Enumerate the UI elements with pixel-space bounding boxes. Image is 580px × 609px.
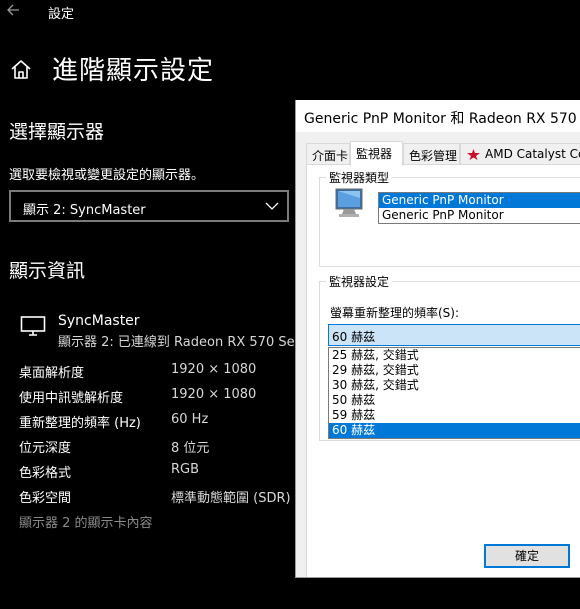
info-value-color-format: RGB [171, 462, 200, 477]
display-info-heading: 顯示資訊 [9, 260, 86, 282]
home-icon[interactable] [10, 58, 32, 80]
info-label-bit-depth: 位元深度 [19, 441, 72, 456]
monitor-connection-text: 顯示器 2: 已連線到 Radeon RX 570 Series [58, 335, 319, 350]
amd-catalyst-icon [467, 149, 480, 160]
list-item[interactable]: Generic PnP Monitor [379, 193, 580, 208]
info-label-active-signal-resolution: 使用中訊號解析度 [19, 391, 124, 406]
monitor-type-list[interactable]: Generic PnP Monitor Generic PnP Monitor [378, 192, 580, 224]
refresh-rate-dropdown-list[interactable]: 25 赫茲, 交錯式 29 赫茲, 交錯式 30 赫茲, 交錯式 50 赫茲 5… [328, 347, 580, 439]
display-select-dropdown[interactable]: 顯示 2: SyncMaster [9, 190, 289, 222]
select-display-description: 選取要檢視或變更設定的顯示器。 [9, 168, 205, 183]
dropdown-value: 顯示 2: SyncMaster [23, 203, 146, 218]
tab-monitor[interactable]: 監視器 [350, 141, 403, 166]
info-label-desktop-resolution: 桌面解析度 [19, 366, 85, 381]
info-value-desktop-resolution: 1920 × 1080 [171, 362, 257, 377]
monitor-settings-legend: 監視器設定 [326, 273, 393, 290]
list-item[interactable]: 50 赫茲 [329, 393, 580, 408]
monitor-settings-group: 監視器設定 螢幕重新整理的頻率(S): 60 赫茲 25 赫茲, 交錯式 29 … [319, 273, 580, 441]
info-value-bit-depth: 8 位元 [171, 441, 210, 456]
info-value-active-signal-resolution: 1920 × 1080 [171, 387, 257, 402]
dialog-titlebar[interactable]: Generic PnP Monitor 和 Radeon RX 570 Seri… [296, 100, 580, 132]
tab-amd-catalyst-label: AMD Catalyst Control Center [485, 147, 580, 161]
page-title: 進階顯示設定 [52, 56, 215, 86]
list-item[interactable]: 29 赫茲, 交錯式 [329, 363, 580, 378]
back-arrow-icon[interactable] [6, 2, 20, 18]
adapter-properties-link[interactable]: 顯示器 2 的顯示卡內容 [19, 512, 153, 531]
monitor-type-legend: 監視器類型 [326, 169, 393, 186]
info-label-color-space: 色彩空間 [19, 491, 72, 506]
list-item[interactable]: 30 赫茲, 交錯式 [329, 378, 580, 393]
refresh-rate-selected: 60 赫茲 [332, 330, 376, 344]
ok-button[interactable]: 確定 [484, 544, 570, 568]
info-value-refresh-rate: 60 Hz [171, 412, 209, 427]
info-label-color-format: 色彩格式 [19, 466, 72, 481]
chevron-down-icon [265, 202, 279, 210]
tab-amd-catalyst[interactable]: AMD Catalyst Control Center [460, 143, 580, 165]
tab-color-management[interactable]: 色彩管理 [403, 143, 460, 165]
monitor-properties-dialog: Generic PnP Monitor 和 Radeon RX 570 Seri… [295, 100, 580, 578]
monitor-icon [20, 316, 46, 336]
monitor-device-icon [335, 188, 363, 217]
monitor-tab-panel: 監視器類型 Generic PnP Monitor Generic PnP Mo… [306, 164, 580, 577]
list-item[interactable]: 25 赫茲, 交錯式 [329, 348, 580, 363]
monitor-name: SyncMaster [58, 313, 140, 329]
monitor-type-group: 監視器類型 Generic PnP Monitor Generic PnP Mo… [319, 169, 580, 267]
list-item[interactable]: 59 赫茲 [329, 408, 580, 423]
tab-adapter[interactable]: 介面卡 [306, 143, 350, 165]
dialog-title: Generic PnP Monitor 和 Radeon RX 570 Seri… [304, 111, 580, 127]
info-label-refresh-rate: 重新整理的頻率 (Hz) [19, 416, 141, 431]
select-display-heading: 選擇顯示器 [9, 121, 105, 143]
window-title: 設定 [48, 7, 75, 22]
list-item[interactable]: 60 赫茲 [329, 423, 580, 438]
refresh-rate-label: 螢幕重新整理的頻率(S): [330, 306, 460, 320]
refresh-rate-combobox[interactable]: 60 赫茲 [328, 324, 580, 346]
info-value-color-space: 標準動態範圍 (SDR) [171, 491, 291, 506]
list-item[interactable]: Generic PnP Monitor [379, 208, 580, 223]
